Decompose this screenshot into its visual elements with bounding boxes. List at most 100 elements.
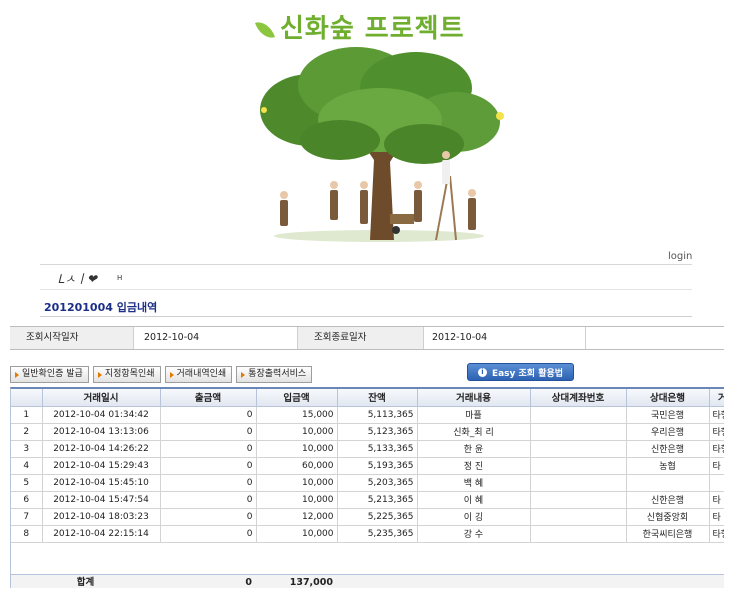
withdrawal-amount: 0 <box>160 474 257 492</box>
counterparty-account <box>530 525 627 543</box>
transaction-description: 백 혜 <box>417 474 531 492</box>
row-number: 8 <box>11 525 43 543</box>
ladder <box>449 175 457 241</box>
page-title: 201201004 입금내역 <box>44 301 158 314</box>
transaction-type: 타 이 <box>709 508 724 526</box>
balance: 5,235,365 <box>337 525 418 543</box>
counterparty-bank: 신협중앙회 <box>626 508 710 526</box>
deposit-amount: 15,000 <box>256 406 338 424</box>
transaction-datetime: 2012-10-04 01:34:42 <box>42 406 161 424</box>
column-header[interactable]: 상대은행 <box>626 389 710 407</box>
start-date-value: 2012-10-04 <box>134 327 298 349</box>
counterparty-bank: 농협 <box>626 457 710 475</box>
withdrawal-amount: 0 <box>160 508 257 526</box>
balance: 5,133,365 <box>337 440 418 458</box>
deposit-amount: 10,000 <box>256 440 338 458</box>
easy-guide-button[interactable]: i Easy 조회 활용법 <box>467 363 574 381</box>
transaction-type: 타행이 <box>709 423 724 441</box>
person-head <box>468 189 476 197</box>
table-row[interactable]: 7 2012-10-04 18:03:23 0 12,000 5,225,365… <box>11 508 724 526</box>
login-link[interactable]: login <box>668 251 692 262</box>
transaction-description: 신화_최 리 <box>417 423 531 441</box>
info-icon: i <box>477 367 487 377</box>
general-certificate-button[interactable]: 일반확인증 발급 <box>10 366 89 383</box>
row-number: 3 <box>11 440 43 458</box>
column-header[interactable]: 거래내용 <box>417 389 531 407</box>
table-row[interactable]: 6 2012-10-04 15:47:54 0 10,000 5,213,365… <box>11 491 724 509</box>
person-head <box>280 191 288 199</box>
withdrawal-amount: 0 <box>160 457 257 475</box>
transaction-description: 이 혜 <box>417 491 531 509</box>
counterparty-account <box>530 508 627 526</box>
transaction-table: 거래일시 출금액 입금액 잔액 거래내용 상대계좌번호 상대은행 거래구 1 2… <box>11 389 724 543</box>
ladder <box>435 175 449 241</box>
transaction-description: 강 수 <box>417 525 531 543</box>
wheelbarrow-wheel <box>392 226 400 234</box>
withdrawal-amount: 0 <box>160 440 257 458</box>
deposit-amount: 10,000 <box>256 525 338 543</box>
column-header[interactable]: 출금액 <box>160 389 257 407</box>
table-row[interactable]: 4 2012-10-04 15:29:43 0 60,000 5,193,365… <box>11 457 724 475</box>
counterparty-account <box>530 491 627 509</box>
transaction-description: 이 깅 <box>417 508 531 526</box>
end-date-label: 조회종료일자 <box>298 327 424 349</box>
signature-h-label: H <box>117 274 123 282</box>
print-selected-button[interactable]: 지정항목인쇄 <box>92 366 161 383</box>
passbook-print-button[interactable]: 통장출력서비스 <box>236 366 313 383</box>
total-row: 합계 0 137,000 <box>11 574 724 588</box>
transaction-grid: 거래일시 출금액 입금액 잔액 거래내용 상대계좌번호 상대은행 거래구 1 2… <box>10 387 724 588</box>
transaction-description: 정 진 <box>417 457 531 475</box>
tree-canopy <box>384 124 464 164</box>
column-header[interactable]: 잔액 <box>337 389 418 407</box>
table-row[interactable]: 3 2012-10-04 14:26:22 0 10,000 5,133,365… <box>11 440 724 458</box>
column-header[interactable]: 상대계좌번호 <box>530 389 627 407</box>
signature-logo: Ꮮㅅㅣ❤ <box>58 272 97 286</box>
balance: 5,113,365 <box>337 406 418 424</box>
print-history-button[interactable]: 거래내역인쇄 <box>164 366 233 383</box>
transaction-datetime: 2012-10-04 15:29:43 <box>42 457 161 475</box>
transaction-datetime: 2012-10-04 22:15:14 <box>42 525 161 543</box>
arrow-right-icon <box>241 371 246 378</box>
transaction-datetime: 2012-10-04 15:47:54 <box>42 491 161 509</box>
withdrawal-amount: 0 <box>160 406 257 424</box>
action-toolbar: 일반확인증 발급 지정항목인쇄 거래내역인쇄 통장출력서비스 <box>10 366 313 383</box>
person-figure <box>442 160 450 184</box>
wheelbarrow <box>390 214 414 224</box>
person-figure <box>330 190 338 220</box>
deposit-amount: 10,000 <box>256 423 338 441</box>
transaction-datetime: 2012-10-04 14:26:22 <box>42 440 161 458</box>
column-header[interactable]: 거래일시 <box>42 389 161 407</box>
table-row[interactable]: 1 2012-10-04 01:34:42 0 15,000 5,113,365… <box>11 406 724 424</box>
row-number: 5 <box>11 474 43 492</box>
person-figure <box>360 190 368 224</box>
total-withdrawal: 0 <box>245 577 252 588</box>
total-deposit: 137,000 <box>289 577 333 588</box>
arrow-right-icon <box>97 371 102 378</box>
deposit-amount: 10,000 <box>256 474 338 492</box>
transaction-datetime: 2012-10-04 15:45:10 <box>42 474 161 492</box>
lightbulb-icon <box>261 107 267 113</box>
table-row[interactable]: 8 2012-10-04 22:15:14 0 10,000 5,235,365… <box>11 525 724 543</box>
balance: 5,193,365 <box>337 457 418 475</box>
counterparty-bank <box>626 474 710 492</box>
counterparty-account <box>530 440 627 458</box>
total-label: 합계 <box>76 577 95 588</box>
transaction-type <box>709 474 724 492</box>
lightbulb-icon <box>496 112 504 120</box>
divider <box>40 289 692 290</box>
table-row[interactable]: 5 2012-10-04 15:45:10 0 10,000 5,203,365… <box>11 474 724 492</box>
arrow-right-icon <box>15 371 19 378</box>
leaf-icon <box>255 17 275 42</box>
counterparty-bank: 한국씨티은행 <box>626 525 710 543</box>
balance: 5,123,365 <box>337 423 418 441</box>
transaction-type: 타행이 <box>709 525 724 543</box>
transaction-type: 타 이 <box>709 457 724 475</box>
column-header[interactable]: 거래구 <box>709 389 724 407</box>
counterparty-account <box>530 423 627 441</box>
person-figure <box>414 190 422 222</box>
start-date-label: 조회시작일자 <box>10 327 134 349</box>
table-row[interactable]: 2 2012-10-04 13:13:06 0 10,000 5,123,365… <box>11 423 724 441</box>
arrow-right-icon <box>169 371 174 378</box>
column-header[interactable]: 입금액 <box>256 389 338 407</box>
row-number: 1 <box>11 406 43 424</box>
